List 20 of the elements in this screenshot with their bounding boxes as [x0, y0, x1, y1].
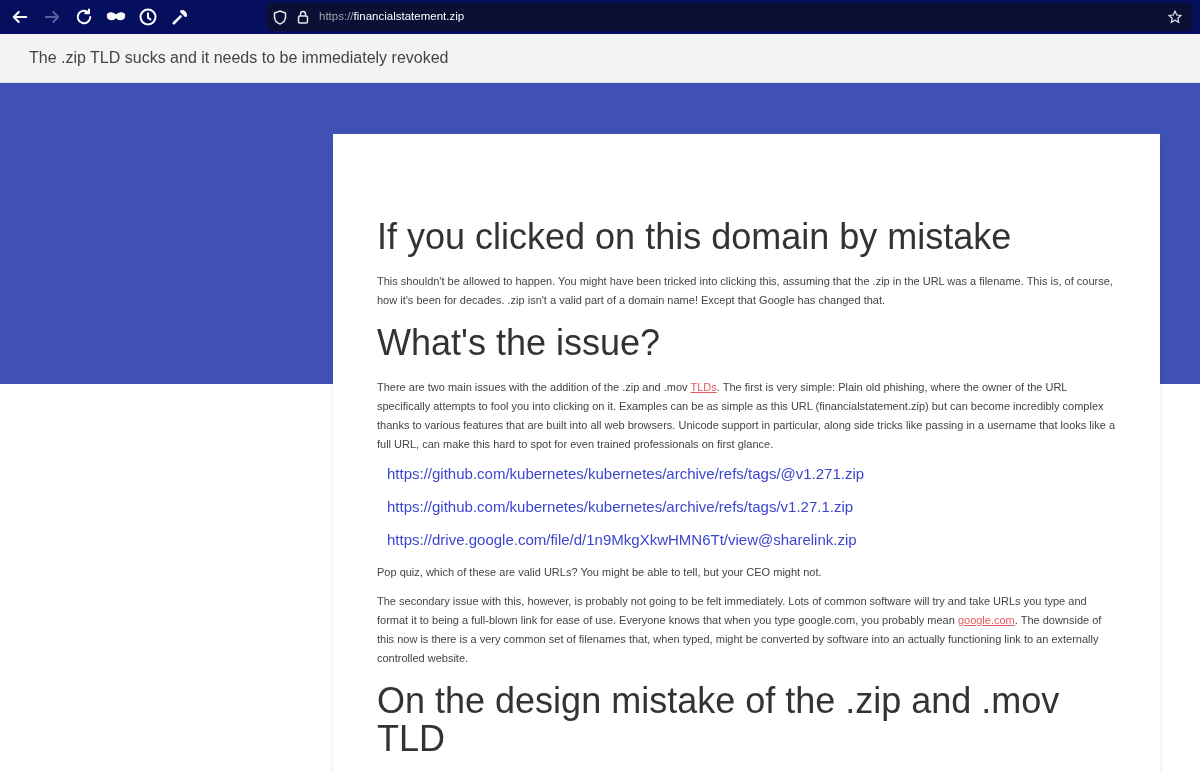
- url-text: https://financialstatement.zip: [319, 9, 465, 25]
- shield-icon: [273, 9, 287, 25]
- link[interactable]: TLDs: [690, 381, 717, 393]
- example-url: https://drive.google.com/file/d/1n9MkgXkwHMN6Tt/view@sharelink.zip: [387, 530, 858, 550]
- bookmark-star-icon[interactable]: [1168, 10, 1182, 24]
- site-title[interactable]: The .zip TLD sucks and it needs to be immediately revoked: [29, 46, 449, 70]
- lock-icon: [297, 10, 309, 24]
- section-heading: On the design mistake of the .zip and .mov TLD: [377, 682, 1061, 758]
- link[interactable]: google.com: [957, 614, 1015, 626]
- paragraph: This shouldn't be allowed to happen. You might have been tricked into clicking this, assuming that the .zip in the URL was a filename. This is, of course, how it's been for decades. .zip isn't a valid part of a domain name! Except that Google has changed that.: [377, 274, 1114, 308]
- paragraph: Pop quiz, which of these are valid URLs? You might be able to tell, but your CEO might not.: [377, 565, 823, 580]
- paragraph: The secondary issue with this, however, is probably not going to be felt immediately. Lots of common software will try and take URLs you type and format it to being a full-blown link for ease of use. Everyone knows that when you type google.com, you probably mean google.com. The downside of this now is there is a very common set of filenames that, when typed, might be converted by software into an actually functioning link to an externally controlled website.: [377, 594, 1103, 666]
- address-bar[interactable]: https://financialstatement.zip: [267, 3, 1192, 31]
- example-url: https://github.com/kubernetes/kubernetes/archive/refs/tags/@v1.271.zip: [387, 464, 866, 484]
- clock-icon[interactable]: [138, 7, 158, 27]
- section-heading: What's the issue?: [377, 324, 661, 362]
- section-heading: If you clicked on this domain by mistake: [377, 218, 1013, 256]
- example-url: https://github.com/kubernetes/kubernetes/archive/refs/tags/v1.27.1.zip: [387, 497, 855, 517]
- reload-icon[interactable]: [74, 7, 94, 27]
- paragraph: There are two main issues with the addition of the .zip and .mov TLDs. The first is very simple: Plain old phishing, where the owner of the URL specifically attempts to fool you into clicking on it. Examples can be as simple as this URL (financialstatement.zip) but can become incredibly complex thanks to various features that are built into all web browsers. Unicode support in particular, along side tricks like passing in a username that looks like a full URL, can make this hard to spot for even trained professionals on first glance.: [377, 380, 1116, 452]
